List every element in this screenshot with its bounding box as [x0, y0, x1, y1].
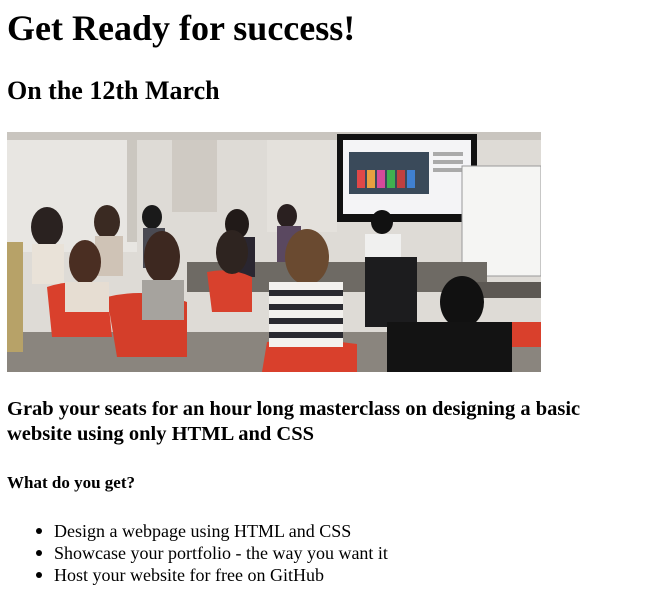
- list-item: Design a webpage using HTML and CSS: [7, 520, 607, 542]
- benefits-heading: What do you get?: [7, 473, 135, 492]
- list-item-text: Showcase your portfolio - the way you wa…: [54, 543, 388, 563]
- benefits-list: Design a webpage using HTML and CSS Show…: [7, 520, 607, 586]
- bullet-icon: [36, 572, 42, 578]
- bullet-icon: [36, 550, 42, 556]
- classroom-photo: [7, 132, 541, 372]
- list-item-text: Design a webpage using HTML and CSS: [54, 521, 352, 541]
- page-title: Get Ready for success!: [7, 8, 356, 48]
- event-date: On the 12th March: [7, 76, 220, 105]
- list-item: Showcase your portfolio - the way you wa…: [7, 542, 607, 564]
- list-item: Host your website for free on GitHub: [7, 564, 607, 586]
- masterclass-pitch: Grab your seats for an hour long masterc…: [7, 398, 581, 445]
- bullet-icon: [36, 528, 42, 534]
- list-item-text: Host your website for free on GitHub: [54, 565, 324, 585]
